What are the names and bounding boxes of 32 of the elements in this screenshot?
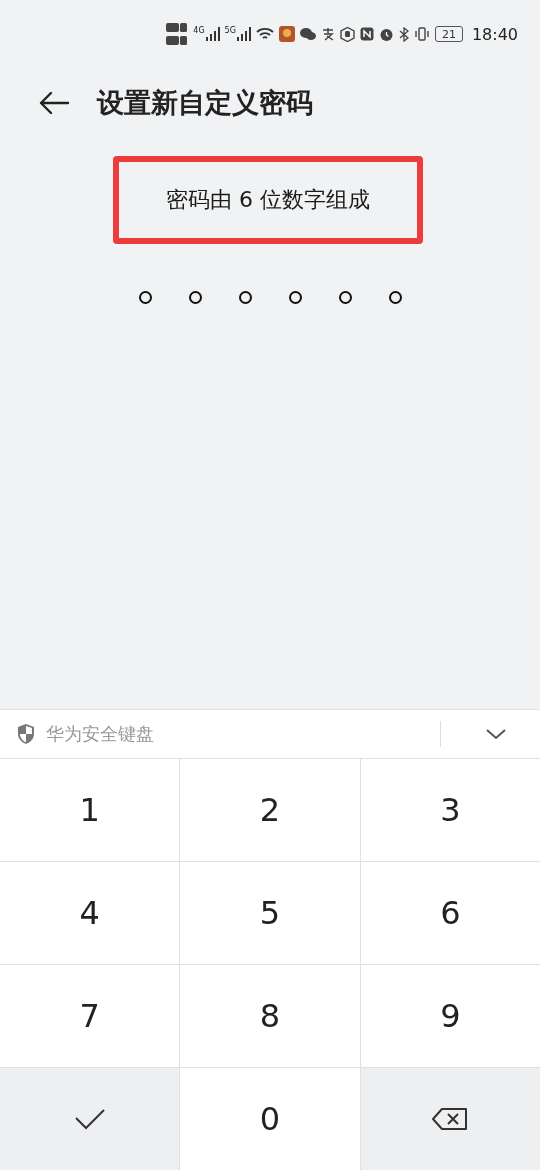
vibrate-icon: [413, 27, 430, 41]
alarm-icon: [378, 26, 394, 42]
digit-key[interactable]: 7: [0, 965, 180, 1067]
signal-icon: [236, 27, 251, 41]
shield-icon: [17, 723, 35, 745]
digit-key[interactable]: 1: [0, 759, 180, 861]
digit-key[interactable]: 4: [0, 862, 180, 964]
digit-key[interactable]: 5: [180, 862, 360, 964]
password-hint: 密码由 6 位数字组成: [113, 156, 423, 244]
nfc-icon: [359, 27, 374, 41]
digit-key[interactable]: 0: [180, 1068, 360, 1170]
battery-level: 21: [441, 27, 456, 41]
digit-key[interactable]: 9: [360, 965, 540, 1067]
digit-key[interactable]: 8: [180, 965, 360, 1067]
digit-key[interactable]: 3: [360, 759, 540, 861]
digit-key[interactable]: 2: [180, 759, 360, 861]
payment-icon: [320, 27, 335, 41]
digit-key[interactable]: 6: [360, 862, 540, 964]
clock-time: 18:40: [471, 24, 518, 44]
chat-icon: [299, 27, 316, 41]
network-type: 4G: [193, 27, 205, 35]
checkmark-icon: [73, 1108, 106, 1130]
wifi-icon: [255, 27, 274, 41]
keyboard-title: 华为安全键盘: [46, 722, 155, 746]
signal-icon: [205, 27, 220, 41]
page-title: 设置新自定义密码: [97, 86, 313, 120]
network-type: 5G: [224, 27, 236, 35]
bluetooth-icon: [398, 26, 409, 42]
back-arrow-icon[interactable]: [38, 91, 70, 115]
backspace-icon: [432, 1107, 469, 1131]
app-icon: [278, 26, 295, 42]
chevron-down-icon[interactable]: [485, 727, 507, 741]
